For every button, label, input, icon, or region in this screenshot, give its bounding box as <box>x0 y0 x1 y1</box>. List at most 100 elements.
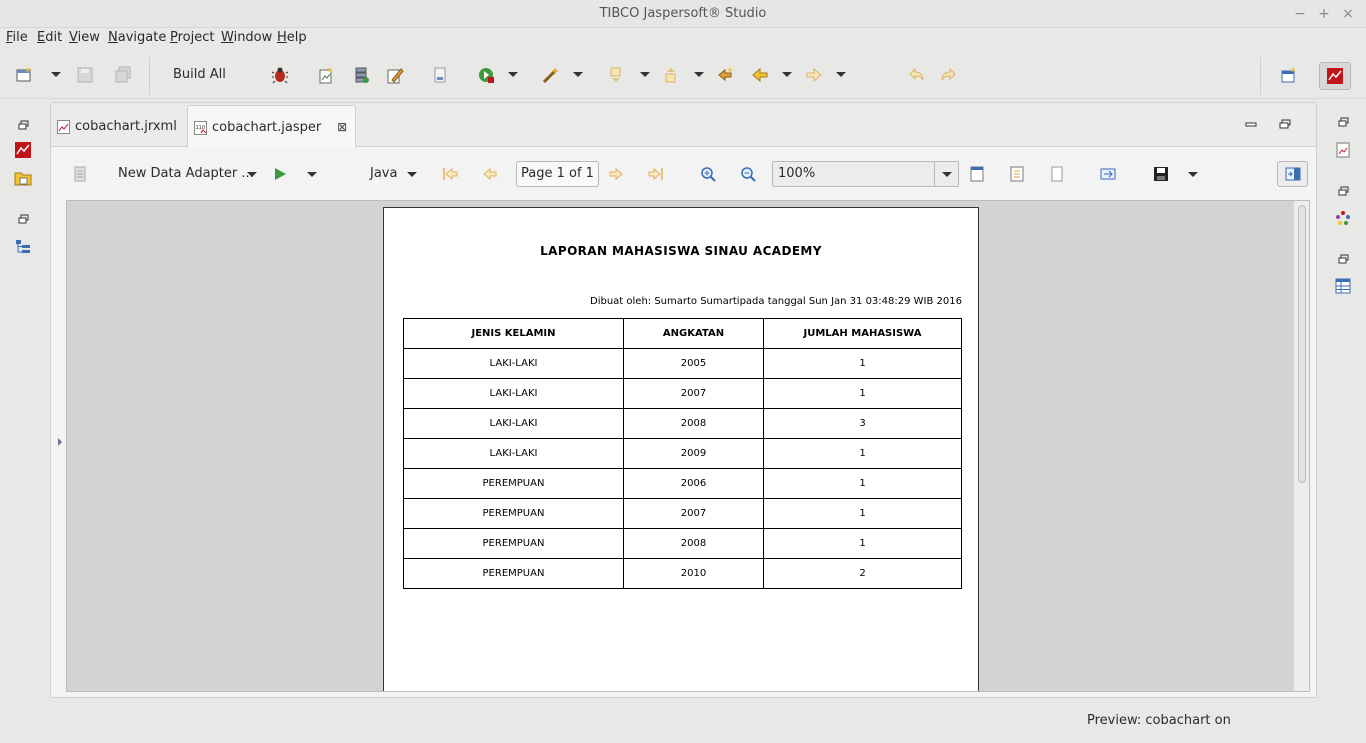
zoom-dropdown-icon[interactable] <box>934 162 958 186</box>
report-page: LAPORAN MAHASISWA SINAU ACADEMY Dibuat o… <box>383 207 979 691</box>
save-report-dropdown-icon[interactable] <box>1188 172 1198 177</box>
repository-folder-icon[interactable] <box>14 170 32 186</box>
vertical-scrollbar[interactable] <box>1293 201 1309 691</box>
menu-view[interactable]: View <box>69 30 100 45</box>
previous-page-icon[interactable] <box>482 166 498 182</box>
restore-icon[interactable] <box>15 118 33 134</box>
toolbar-separator <box>149 57 150 95</box>
menu-help[interactable]: Help <box>277 30 307 45</box>
cell-count: 1 <box>763 498 962 529</box>
save-icon[interactable] <box>76 66 94 84</box>
cell-gender: LAKI-LAKI <box>403 378 624 409</box>
run-report-dropdown-icon[interactable] <box>307 172 317 177</box>
wand-dropdown-icon[interactable] <box>573 72 583 77</box>
outline-tree-icon[interactable] <box>14 239 32 255</box>
report-preview-toolbar: New Data Adapter ... Java Page 1 of 1 10… <box>51 148 1316 200</box>
viewer-language-selector[interactable]: Java <box>370 166 397 181</box>
actual-size-icon[interactable] <box>969 166 985 182</box>
fit-page-icon[interactable] <box>1009 166 1025 182</box>
editor-area: cobachart.jrxml 110 cobachart.jasper ⊠ N… <box>50 102 1317 698</box>
tab-cobachart-jrxml[interactable]: cobachart.jrxml <box>51 105 187 147</box>
maximize-button[interactable]: + <box>1313 4 1335 24</box>
expand-panel-arrow-icon[interactable] <box>58 438 62 446</box>
tab-cobachart-jasper[interactable]: 110 cobachart.jasper ⊠ <box>187 105 357 148</box>
table-row: LAKI-LAKI 2009 1 <box>403 438 962 469</box>
open-perspective-icon[interactable] <box>1280 66 1298 84</box>
new-dropdown-icon[interactable] <box>51 72 61 77</box>
next-annotation-dropdown-icon[interactable] <box>640 72 650 77</box>
close-button[interactable]: × <box>1337 4 1359 24</box>
new-file-icon[interactable] <box>15 66 33 84</box>
new-report-icon[interactable] <box>317 66 335 84</box>
run-report-icon[interactable] <box>272 166 288 182</box>
data-adapter-dropdown-icon[interactable] <box>247 172 257 177</box>
scrollbar-thumb[interactable] <box>1298 205 1306 483</box>
properties-table-icon[interactable] <box>1334 278 1352 294</box>
table-row: LAKI-LAKI 2007 1 <box>403 378 962 409</box>
forward-dropdown-icon[interactable] <box>836 72 846 77</box>
prev-annotation-dropdown-icon[interactable] <box>694 72 704 77</box>
edit-report-icon[interactable] <box>386 66 404 84</box>
status-bar: Preview: cobachart on <box>0 700 1366 743</box>
column-header: ANGKATAN <box>623 318 764 349</box>
debug-bug-icon[interactable] <box>271 66 289 84</box>
report-design-perspective-button[interactable] <box>1319 62 1351 90</box>
run-dropdown-icon[interactable] <box>508 72 518 77</box>
table-row: LAKI-LAKI 2005 1 <box>403 348 962 379</box>
parameters-icon[interactable] <box>72 166 88 182</box>
last-page-icon[interactable] <box>648 166 664 182</box>
cell-gender: PEREMPUAN <box>403 468 624 499</box>
back-dropdown-icon[interactable] <box>782 72 792 77</box>
cell-year: 2005 <box>623 348 764 379</box>
page-indicator[interactable]: Page 1 of 1 <box>516 161 599 187</box>
restore-icon[interactable] <box>1335 252 1353 268</box>
forward-arrow-icon[interactable] <box>805 66 823 84</box>
save-all-icon[interactable] <box>114 66 132 84</box>
minimize-button[interactable]: − <box>1289 4 1311 24</box>
next-annotation-icon[interactable] <box>607 66 625 84</box>
menu-file[interactable]: File <box>6 30 28 45</box>
redo-icon[interactable] <box>940 66 958 84</box>
back-arrow-icon[interactable] <box>751 66 769 84</box>
first-page-icon[interactable] <box>442 166 458 182</box>
data-adapter-selector[interactable]: New Data Adapter ... <box>118 166 254 181</box>
menu-edit[interactable]: Edit <box>37 30 62 45</box>
close-tab-icon[interactable]: ⊠ <box>337 120 347 134</box>
fit-width-icon[interactable] <box>1049 166 1065 182</box>
save-report-icon[interactable] <box>1153 166 1169 182</box>
report-table: JENIS KELAMIN ANGKATAN JUMLAH MAHASISWA … <box>403 318 962 589</box>
zoom-in-icon[interactable] <box>700 166 716 182</box>
side-panel-icon <box>1285 167 1301 181</box>
export-icon[interactable] <box>1100 166 1116 182</box>
last-edit-location-icon[interactable] <box>717 66 735 84</box>
restore-icon[interactable] <box>1335 115 1353 131</box>
report-chart-icon[interactable] <box>14 142 32 158</box>
menu-window[interactable]: Window <box>221 30 272 45</box>
wand-icon[interactable] <box>542 66 560 84</box>
zoom-out-icon[interactable] <box>740 166 756 182</box>
prev-annotation-icon[interactable] <box>662 66 680 84</box>
report-page-icon[interactable] <box>431 66 449 84</box>
new-data-adapter-icon[interactable] <box>352 66 370 84</box>
undo-icon[interactable] <box>907 66 925 84</box>
minimize-view-icon[interactable] <box>1244 117 1258 131</box>
next-page-icon[interactable] <box>608 166 624 182</box>
toggle-side-panel-button[interactable] <box>1277 161 1308 187</box>
window-title: TIBCO Jaspersoft® Studio <box>599 6 767 21</box>
zoom-combo[interactable]: 100% <box>772 161 959 187</box>
cell-gender: PEREMPUAN <box>403 558 624 589</box>
restore-icon[interactable] <box>15 212 33 228</box>
language-dropdown-icon[interactable] <box>407 172 417 177</box>
build-all-button[interactable]: Build All <box>173 67 226 82</box>
restore-icon[interactable] <box>1335 184 1353 200</box>
zoom-value[interactable]: 100% <box>778 166 815 181</box>
cell-year: 2007 <box>623 498 764 529</box>
menu-navigate[interactable]: Navigate <box>108 30 166 45</box>
maximize-view-icon[interactable] <box>1278 117 1292 131</box>
menu-project[interactable]: Project <box>170 30 215 45</box>
palette-icon[interactable] <box>1334 210 1352 226</box>
report-preview-canvas[interactable]: LAPORAN MAHASISWA SINAU ACADEMY Dibuat o… <box>66 200 1310 692</box>
run-icon[interactable] <box>477 66 495 84</box>
column-header: JUMLAH MAHASISWA <box>763 318 962 349</box>
report-properties-icon[interactable] <box>1334 142 1352 158</box>
